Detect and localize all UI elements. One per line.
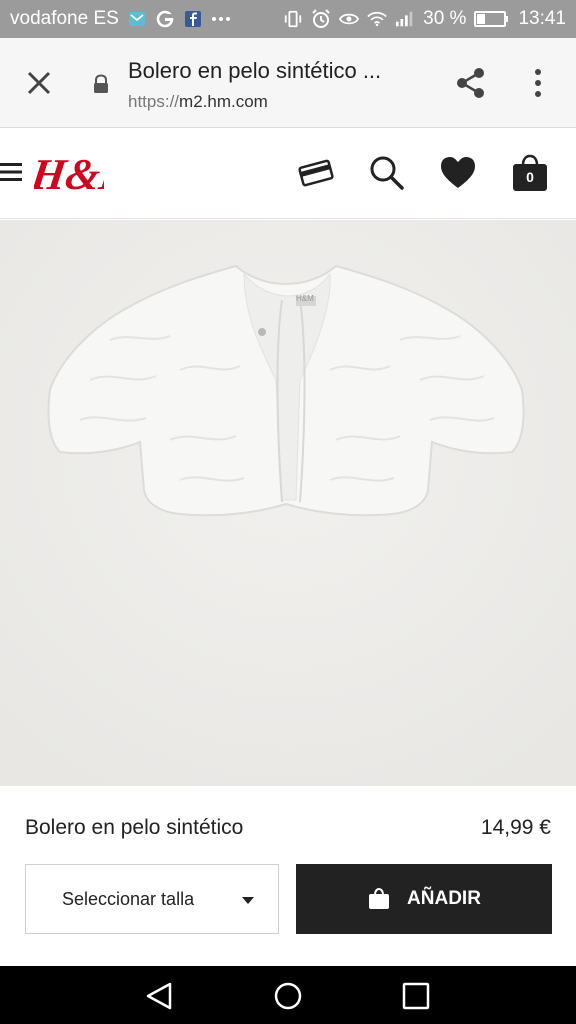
more-options-button[interactable] [530, 66, 546, 100]
home-button[interactable] [272, 980, 304, 1012]
cart-button[interactable]: 0 [510, 153, 550, 193]
card-button[interactable] [296, 153, 336, 193]
google-icon [155, 9, 175, 29]
message-icon [127, 9, 147, 29]
battery-icon [474, 9, 510, 29]
vibrate-icon [283, 9, 303, 29]
hamburger-icon [0, 163, 22, 181]
recents-button[interactable] [400, 980, 432, 1012]
share-button[interactable] [454, 66, 488, 100]
hm-logo[interactable]: H&M [27, 143, 144, 203]
bolero-illustration [0, 220, 576, 786]
garment-label: H&M [296, 294, 314, 303]
screen: vodafone ES 30 % 13:41 Bolero en pelo si… [0, 0, 576, 1024]
product-price: 14,99 € [480, 816, 551, 839]
page-url[interactable]: https://m2.hm.com [128, 92, 268, 112]
share-icon [457, 68, 484, 98]
card-icon [298, 159, 334, 187]
url-host: m2.hm.com [179, 92, 268, 111]
back-button[interactable] [144, 980, 176, 1012]
page-title: Bolero en pelo sintético ... [128, 58, 382, 83]
lock-icon [92, 74, 110, 94]
close-icon [27, 71, 51, 95]
status-right: 30 % 13:41 [283, 8, 566, 30]
browser-toolbar: Bolero en pelo sintético ... https://m2.… [0, 38, 576, 128]
menu-button[interactable] [0, 161, 22, 183]
hm-logo-mark: H&M [27, 150, 144, 199]
eye-icon [339, 9, 360, 29]
dropdown-caret-icon [242, 897, 254, 904]
product-image[interactable]: H&M [0, 220, 576, 786]
cart-count: 0 [526, 169, 534, 185]
hm-logo-text: H&M [34, 150, 104, 199]
bag-icon [369, 887, 390, 909]
clock: 13:41 [518, 8, 566, 29]
favorites-button[interactable] [438, 153, 478, 193]
alarm-icon [311, 9, 331, 29]
carrier-label: vodafone ES [10, 8, 119, 29]
back-triangle-icon [146, 982, 172, 1010]
recents-square-icon [402, 982, 430, 1010]
status-bar: vodafone ES 30 % 13:41 [0, 0, 576, 38]
product-name: Bolero en pelo sintético [25, 816, 244, 839]
signal-icon [395, 9, 415, 29]
size-select-label: Seleccionar talla [62, 888, 195, 909]
search-button[interactable] [366, 153, 406, 193]
facebook-icon [183, 9, 203, 29]
size-select[interactable]: Seleccionar talla [25, 864, 279, 934]
heart-icon [441, 157, 475, 188]
status-left: vodafone ES [10, 8, 231, 30]
battery-percent: 30 % [423, 8, 467, 29]
product-panel: Bolero en pelo sintético 14,99 € Selecci… [0, 786, 576, 966]
add-to-bag-button[interactable]: AÑADIR [296, 864, 552, 934]
add-to-bag-label: AÑADIR [407, 888, 481, 909]
search-icon [370, 156, 404, 190]
more-vert-icon [535, 69, 541, 97]
url-protocol: https:// [128, 92, 180, 111]
system-nav-bar [0, 966, 576, 1024]
wifi-icon [367, 9, 387, 29]
site-header: H&M 0 [0, 129, 576, 219]
more-notifications-icon [211, 9, 231, 29]
home-circle-icon [274, 982, 302, 1010]
close-tab-button[interactable] [24, 68, 54, 98]
